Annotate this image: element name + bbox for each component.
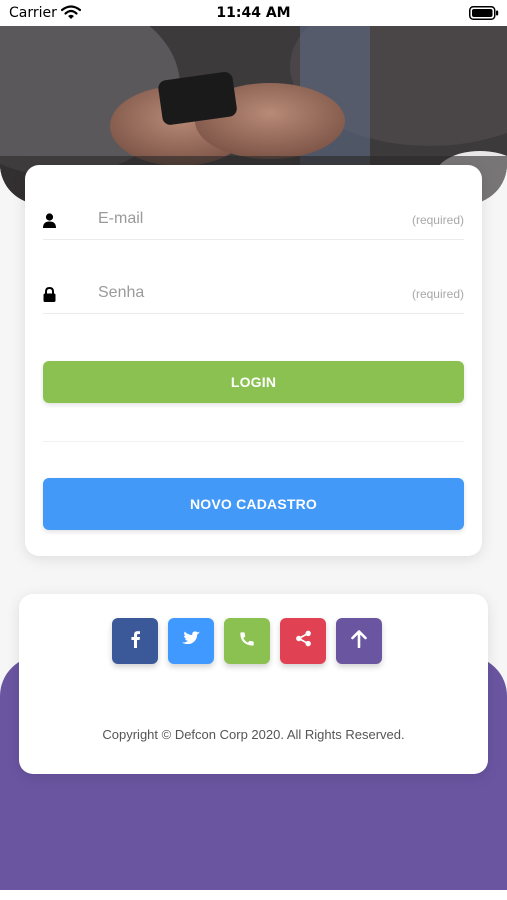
phone-button[interactable]	[224, 618, 270, 664]
scroll-top-button[interactable]	[336, 618, 382, 664]
share-button[interactable]	[280, 618, 326, 664]
login-card: (required) (required) LOGIN NOVO CADASTR…	[25, 165, 482, 556]
lock-icon	[43, 286, 56, 307]
password-input[interactable]	[98, 275, 358, 311]
home-indicator-area	[0, 890, 507, 900]
user-icon	[43, 213, 56, 233]
twitter-icon	[182, 631, 200, 651]
twitter-button[interactable]	[168, 618, 214, 664]
footer-card: Copyright © Defcon Corp 2020. All Rights…	[19, 594, 488, 774]
password-field: (required)	[43, 275, 464, 314]
arrow-up-icon	[351, 629, 367, 653]
share-icon	[295, 630, 312, 652]
clock: 11:44 AM	[216, 5, 291, 21]
email-input[interactable]	[98, 201, 358, 237]
email-field: (required)	[43, 201, 464, 240]
password-required-hint: (required)	[411, 287, 464, 301]
login-button[interactable]: LOGIN	[43, 361, 464, 403]
status-bar: Carrier 11:44 AM	[0, 0, 507, 26]
email-required-hint: (required)	[411, 213, 464, 227]
copyright-text: Copyright © Defcon Corp 2020. All Rights…	[102, 727, 405, 742]
phone-icon	[239, 631, 255, 652]
facebook-button[interactable]	[112, 618, 158, 664]
divider	[43, 441, 464, 442]
battery-icon	[469, 6, 499, 24]
facebook-icon	[129, 630, 141, 653]
signup-button[interactable]: NOVO CADASTRO	[43, 478, 464, 530]
